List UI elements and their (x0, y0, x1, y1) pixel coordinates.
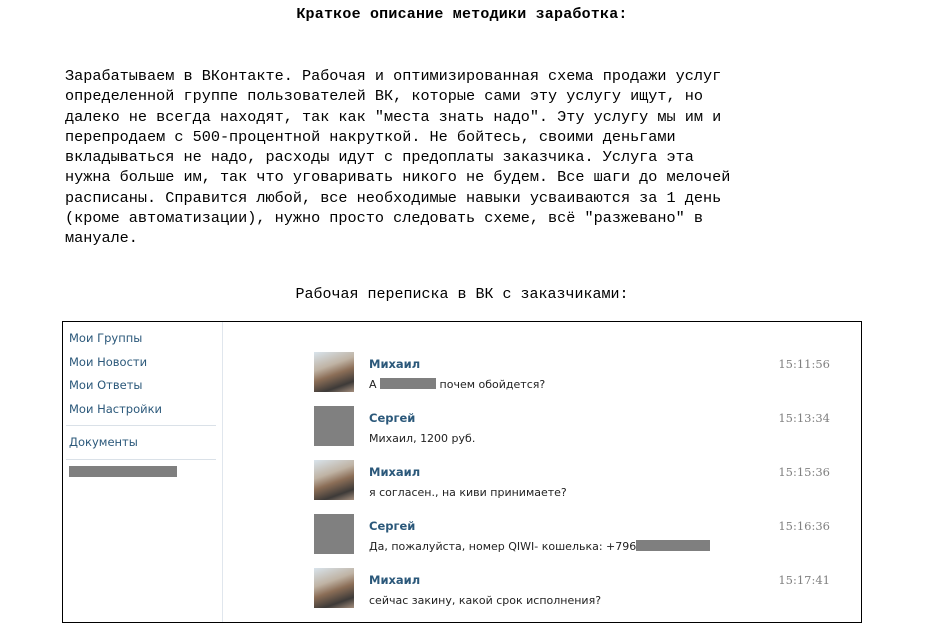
description-line: далеко не всегда находят, так как "места… (65, 107, 722, 126)
message-list: Михаил А почем обойдется? 15:11:56 Серге… (313, 322, 833, 622)
description-line: расписаны. Справится любой, все необходи… (65, 188, 722, 207)
message-author[interactable]: Михаил (369, 573, 420, 587)
sidebar-item-documents[interactable]: Документы (69, 432, 222, 456)
message-item: Михаил А почем обойдется? 15:11:56 (313, 352, 833, 402)
sidebar-item-my-groups[interactable]: Мои Группы (69, 328, 222, 352)
description-line: определенной группе пользователей ВК, ко… (65, 87, 703, 106)
message-item: Михаил сейчас закину, какой срок исполне… (313, 568, 833, 618)
page-heading: Краткое описание методики заработка: (296, 6, 628, 23)
message-item: Сергей Михаил, 1200 руб. 15:13:34 (313, 406, 833, 456)
avatar[interactable] (314, 406, 354, 446)
message-text-part: сейчас закину, какой срок исполнения? (369, 594, 602, 607)
description-line: Зарабатываем в ВКонтакте. Рабочая и опти… (65, 67, 722, 85)
redacted-block (380, 378, 437, 389)
message-author[interactable]: Сергей (369, 519, 415, 533)
message-item: Сергей Да, пожалуйста, номер QIWI- кошел… (313, 514, 833, 564)
vk-screenshot: Мои Группы Мои Новости Мои Ответы Мои На… (62, 321, 862, 623)
message-text: я согласен., на киви принимаете? (369, 486, 567, 499)
sidebar-item-my-news[interactable]: Мои Новости (69, 352, 222, 376)
message-text: Михаил, 1200 руб. (369, 432, 475, 445)
message-text-part: почем обойдется? (439, 378, 546, 391)
section-subheading: Рабочая переписка в ВК с заказчиками: (295, 286, 629, 303)
vk-menu: Мои Группы Мои Новости Мои Ответы Мои На… (63, 322, 222, 422)
avatar[interactable] (314, 568, 354, 608)
redacted-block (69, 465, 177, 477)
redacted-block (636, 540, 711, 551)
message-time: 15:11:56 (778, 357, 830, 371)
sidebar-item-my-answers[interactable]: Мои Ответы (69, 375, 222, 399)
sidebar-item-my-settings[interactable]: Мои Настройки (69, 399, 222, 423)
description-line: мануале. (65, 229, 138, 248)
description-paragraph: Зарабатываем в ВКонтакте. Рабочая и опти… (65, 66, 865, 249)
description-line: вкладываться не надо, расходы идут с пре… (65, 148, 694, 167)
message-text-part: я согласен., на киви принимаете? (369, 486, 567, 499)
sidebar-divider (66, 458, 216, 460)
message-time: 15:13:34 (778, 411, 830, 425)
message-time: 15:16:36 (778, 519, 830, 533)
avatar[interactable] (314, 352, 354, 392)
avatar[interactable] (314, 514, 354, 554)
vk-sidebar: Мои Группы Мои Новости Мои Ответы Мои На… (63, 322, 223, 622)
message-text-part: Да, пожалуйста, номер QIWI- кошелька: +7… (369, 540, 637, 553)
sidebar-divider (66, 425, 216, 426)
message-text: Да, пожалуйста, номер QIWI- кошелька: +7… (369, 540, 711, 553)
message-text: сейчас закину, какой срок исполнения? (369, 594, 601, 607)
description-line: нужна больше им, так что уговаривать ник… (65, 168, 731, 187)
message-text: А почем обойдется? (369, 378, 545, 391)
avatar[interactable] (314, 460, 354, 500)
message-text-part: А (369, 378, 377, 391)
message-author[interactable]: Михаил (369, 465, 420, 479)
message-author[interactable]: Сергей (369, 411, 415, 425)
message-time: 15:15:36 (778, 465, 830, 479)
message-text-part: Михаил, 1200 руб. (369, 432, 476, 445)
description-line: перепродаем с 500-процентной накруткой. … (65, 127, 676, 146)
description-line: (кроме автоматизации), нужно просто след… (65, 209, 703, 228)
message-time: 15:17:41 (778, 573, 830, 587)
message-author[interactable]: Михаил (369, 357, 420, 371)
message-item: Михаил я согласен., на киви принимаете? … (313, 460, 833, 510)
